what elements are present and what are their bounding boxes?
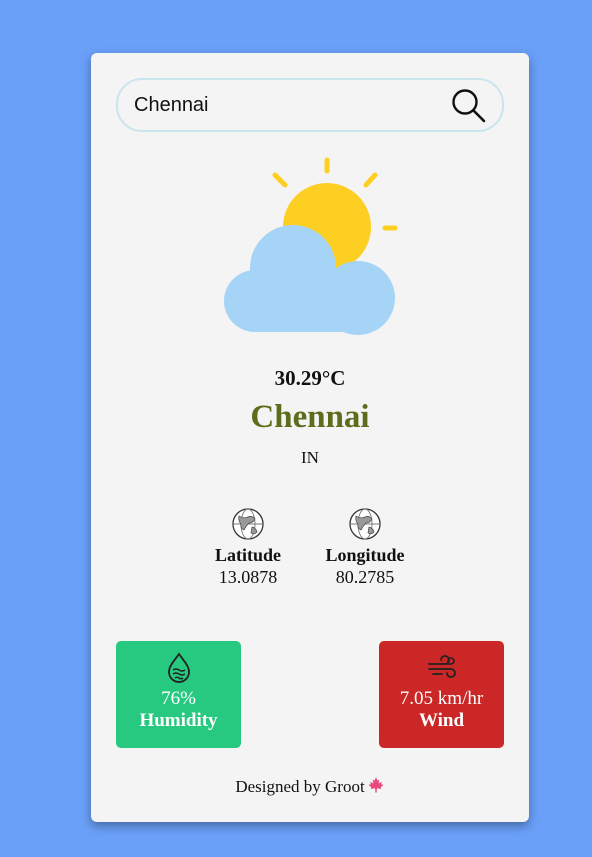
- longitude-value: 80.2785: [335, 567, 395, 587]
- weather-card: 30.29°C Chennai IN Latitude 13.0878 Long…: [91, 53, 529, 822]
- longitude-label: Longitude: [325, 545, 405, 565]
- city-name: Chennai: [250, 399, 370, 435]
- footer-text: Designed by Groot: [235, 777, 365, 796]
- cloud: [224, 225, 395, 335]
- globe-icon: [349, 508, 381, 540]
- partly-cloudy-icon: [224, 157, 398, 335]
- latitude-value: 13.0878: [218, 567, 278, 587]
- humidity-drop-icon: [167, 652, 190, 683]
- country-code: IN: [301, 448, 319, 467]
- search-bar: [116, 78, 504, 132]
- latitude-block: Latitude 13.0878: [193, 507, 303, 588]
- wind-label: Wind: [418, 710, 465, 731]
- longitude-block: Longitude 80.2785: [310, 507, 420, 588]
- footer: Designed by Groot: [91, 776, 529, 797]
- latitude-label: Latitude: [214, 545, 281, 565]
- wind-card: 7.05 km/hr Wind: [379, 641, 504, 748]
- wind-icon: [427, 655, 456, 678]
- globe-icon: [232, 508, 264, 540]
- humidity-value: 76%: [161, 688, 196, 709]
- humidity-card: 76% Humidity: [116, 641, 241, 748]
- temperature: 30.29°C: [274, 366, 346, 390]
- search-input[interactable]: [134, 90, 434, 120]
- wind-value: 7.05 km/hr: [399, 688, 484, 709]
- search-icon[interactable]: [450, 87, 488, 125]
- maple-leaf-icon: [368, 777, 384, 793]
- humidity-label: Humidity: [139, 710, 218, 731]
